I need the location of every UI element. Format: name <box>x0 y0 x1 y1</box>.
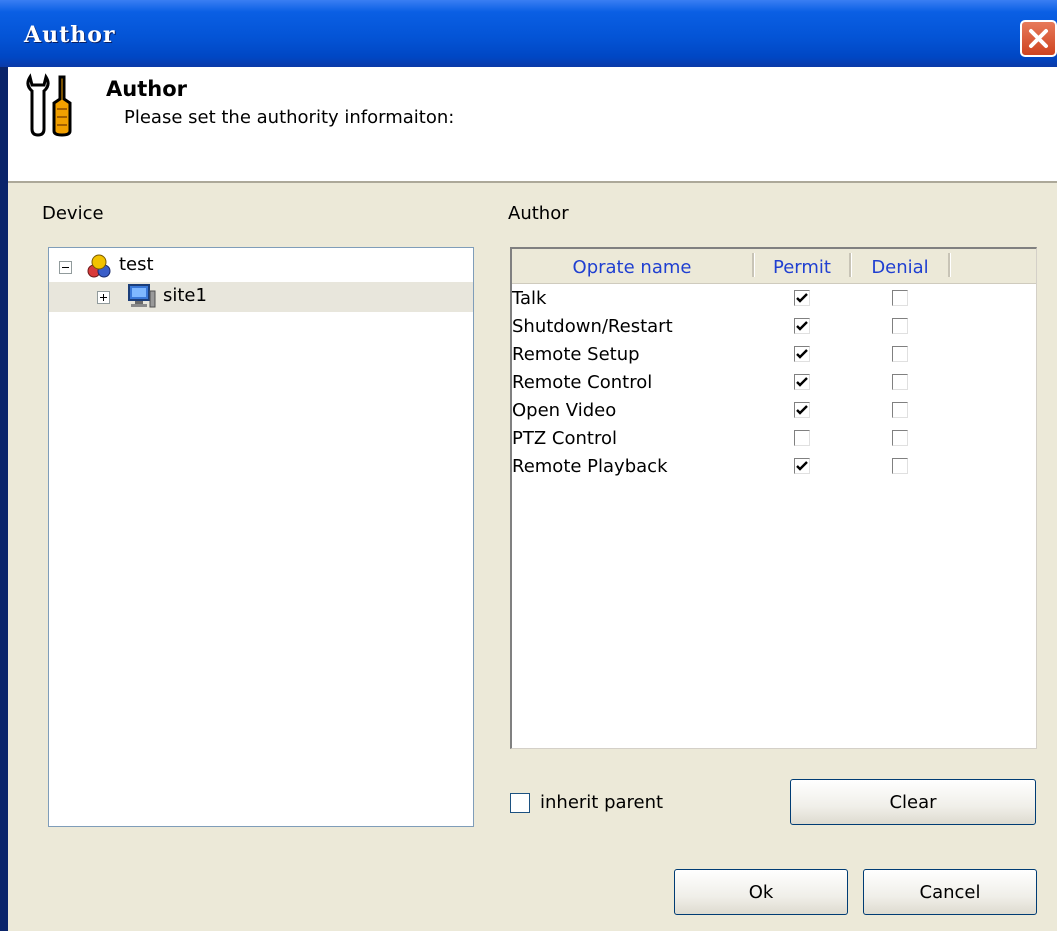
operate-name-cell: Remote Playback <box>512 456 668 477</box>
column-header-permit[interactable]: Permit <box>755 257 849 278</box>
permit-checkbox[interactable] <box>794 374 810 390</box>
dialog-header: Author Please set the authority informai… <box>8 67 1057 183</box>
tree-item-label: site1 <box>163 285 207 306</box>
denial-checkbox[interactable] <box>892 346 908 362</box>
operate-name-cell: Remote Setup <box>512 344 640 365</box>
device-tree[interactable]: test site1 <box>48 247 474 827</box>
column-separator[interactable] <box>948 253 951 277</box>
permit-checkbox[interactable] <box>794 402 810 418</box>
table-row[interactable]: Shutdown/Restart <box>512 313 1036 341</box>
operate-name-cell: PTZ Control <box>512 428 617 449</box>
user-group-icon <box>87 254 111 278</box>
denial-checkbox[interactable] <box>892 290 908 306</box>
ok-button[interactable]: Ok <box>674 869 848 915</box>
denial-checkbox[interactable] <box>892 458 908 474</box>
table-row[interactable]: Remote Playback <box>512 453 1036 481</box>
permission-table[interactable]: Oprate name Permit Denial Talk Shutdown/R… <box>510 247 1037 749</box>
header-subtitle: Please set the authority informaiton: <box>124 107 455 128</box>
permit-checkbox[interactable] <box>794 458 810 474</box>
tree-item-label: test <box>119 254 154 275</box>
table-row[interactable]: PTZ Control <box>512 425 1036 453</box>
window-title: Author <box>24 22 116 48</box>
dialog-body: Author Please set the authority informai… <box>8 67 1057 931</box>
permit-checkbox[interactable] <box>794 318 810 334</box>
operate-name-cell: Open Video <box>512 400 617 421</box>
permit-checkbox[interactable] <box>794 290 810 306</box>
author-dialog: Author Author Please set the authority i… <box>0 0 1057 931</box>
column-header-operate-name[interactable]: Oprate name <box>512 257 752 278</box>
close-icon <box>1029 29 1048 48</box>
table-row[interactable]: Remote Control <box>512 369 1036 397</box>
permit-checkbox[interactable] <box>794 430 810 446</box>
device-label: Device <box>42 203 104 224</box>
header-title: Author <box>106 77 187 101</box>
permit-checkbox[interactable] <box>794 346 810 362</box>
cancel-button[interactable]: Cancel <box>863 869 1037 915</box>
table-header: Oprate name Permit Denial <box>512 249 1036 284</box>
denial-checkbox[interactable] <box>892 374 908 390</box>
collapse-icon[interactable] <box>59 261 72 274</box>
column-header-denial[interactable]: Denial <box>852 257 948 278</box>
author-label: Author <box>508 203 569 224</box>
clear-button[interactable]: Clear <box>790 779 1036 825</box>
denial-checkbox[interactable] <box>892 318 908 334</box>
denial-checkbox[interactable] <box>892 402 908 418</box>
table-row[interactable]: Talk <box>512 285 1036 313</box>
table-row[interactable]: Remote Setup <box>512 341 1036 369</box>
close-button[interactable] <box>1020 20 1057 57</box>
denial-checkbox[interactable] <box>892 430 908 446</box>
inherit-parent-label: inherit parent <box>540 792 664 813</box>
operate-name-cell: Talk <box>512 288 547 309</box>
expand-icon[interactable] <box>97 291 110 304</box>
inherit-parent-checkbox[interactable] <box>510 793 530 813</box>
computer-icon <box>128 284 156 308</box>
operate-name-cell: Remote Control <box>512 372 653 393</box>
operate-name-cell: Shutdown/Restart <box>512 316 673 337</box>
tree-item-site1[interactable]: site1 <box>49 282 473 312</box>
tree-item-test[interactable]: test <box>49 252 473 282</box>
title-bar[interactable]: Author <box>0 0 1057 67</box>
tools-icon <box>26 73 72 137</box>
table-row[interactable]: Open Video <box>512 397 1036 425</box>
